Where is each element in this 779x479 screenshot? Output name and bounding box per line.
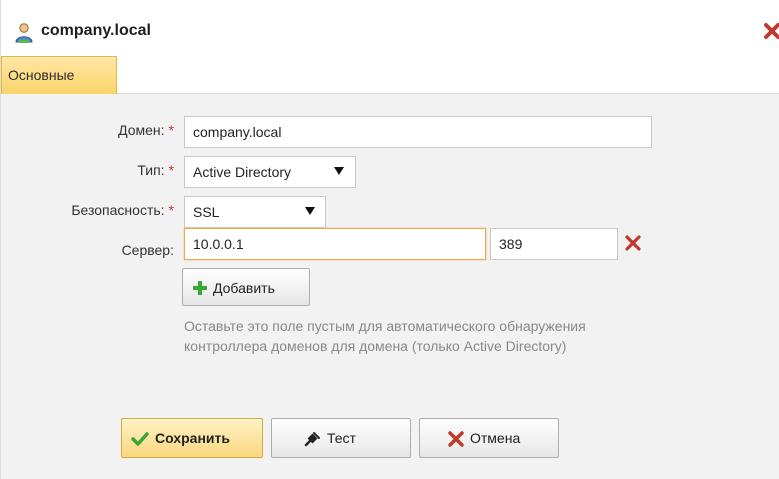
- chevron-down-icon: [305, 207, 315, 215]
- tab-strip: [1, 56, 779, 94]
- test-button[interactable]: Тест: [271, 418, 411, 458]
- security-select-value: SSL: [193, 204, 220, 220]
- chevron-down-icon: [334, 167, 344, 175]
- save-button-label: Сохранить: [155, 430, 230, 446]
- close-icon[interactable]: [763, 22, 779, 40]
- add-server-label: Добавить: [213, 280, 275, 296]
- domain-label: Домен: *: [118, 122, 174, 138]
- type-select-value: Active Directory: [193, 164, 292, 180]
- test-button-label: Тест: [327, 430, 356, 446]
- type-label: Тип: *: [137, 162, 174, 178]
- domain-dialog: company.local Основные Домен:* Тип:* Act…: [0, 0, 779, 479]
- remove-icon[interactable]: [625, 235, 641, 251]
- plus-icon: [193, 281, 207, 295]
- user-domain-icon: [15, 23, 33, 43]
- domain-input[interactable]: [184, 116, 652, 148]
- server-host-input[interactable]: [184, 228, 486, 260]
- type-select[interactable]: Active Directory: [184, 156, 356, 188]
- add-server-button[interactable]: Добавить: [182, 268, 310, 306]
- security-label: Безопасность: *: [71, 202, 174, 218]
- cancel-icon: [448, 431, 464, 447]
- cancel-button-label: Отмена: [470, 430, 521, 446]
- server-hint-text: Оставьте это поле пустым для автоматичес…: [184, 318, 586, 354]
- cancel-button[interactable]: Отмена: [419, 418, 559, 458]
- titlebar: company.local: [1, 0, 779, 56]
- tab-main[interactable]: Основные: [1, 56, 117, 94]
- save-button[interactable]: Сохранить: [121, 418, 263, 458]
- plug-icon: [304, 432, 320, 447]
- dialog-title: company.local: [41, 22, 151, 39]
- security-select[interactable]: SSL: [184, 196, 326, 228]
- server-port-input[interactable]: [490, 228, 618, 260]
- tab-main-label: Основные: [8, 67, 75, 83]
- checkmark-icon: [131, 432, 149, 446]
- server-label: Сервер:: [121, 242, 174, 258]
